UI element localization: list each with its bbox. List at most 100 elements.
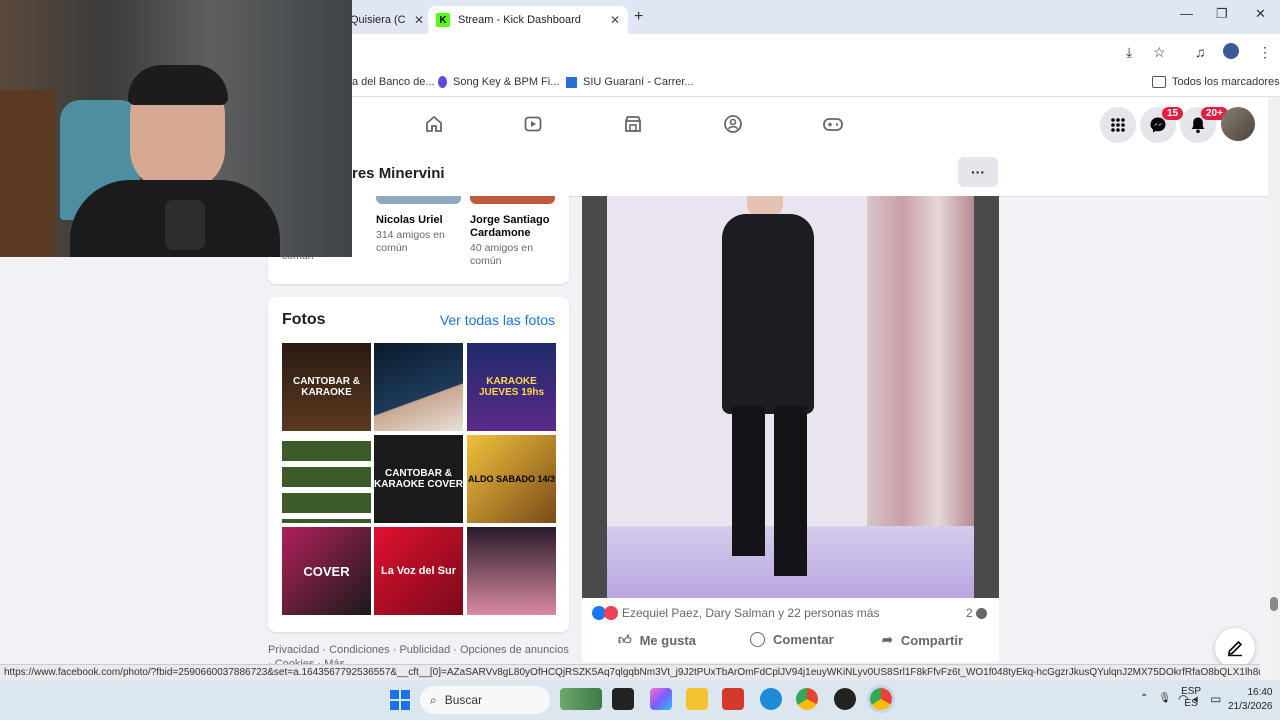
media-control-icon[interactable]: ♫ xyxy=(1195,44,1206,60)
photo-tile[interactable]: KARAOKE JUEVES 19hs xyxy=(467,343,556,431)
tab-kick-dashboard[interactable]: K Stream - Kick Dashboard ✕ xyxy=(428,6,628,34)
person-leg-left xyxy=(732,406,765,556)
photo-tile[interactable]: COVER xyxy=(282,527,371,615)
friend-name[interactable]: Jorge Santiago Cardamone xyxy=(470,214,562,240)
tab-title: Quisiera (C xyxy=(350,14,406,26)
marketplace-icon[interactable] xyxy=(619,110,647,138)
copilot-icon[interactable] xyxy=(650,688,672,710)
photo-tile[interactable]: CANTOBAR & KARAOKE COVER xyxy=(374,435,463,523)
tab-quisiera[interactable]: Quisiera (C ✕ xyxy=(350,6,424,34)
taskbar-search[interactable]: ⌕ Buscar xyxy=(420,686,550,714)
post-footer: Ezequiel Paez, Dary Salman y 22 personas… xyxy=(582,598,999,662)
page-scrollbar[interactable] xyxy=(1268,97,1280,680)
friend-item[interactable]: Nicolas Uriel 314 amigos en común xyxy=(376,214,468,255)
all-bookmarks[interactable]: Todos los marcadores xyxy=(1152,76,1280,88)
photo-border-right xyxy=(974,196,999,598)
photo-tile[interactable]: ALDO SABADO 14/3 xyxy=(467,435,556,523)
photo-tile[interactable]: La Voz del Sur xyxy=(374,527,463,615)
clock-date: 21/3/2026 xyxy=(1228,701,1273,712)
snipping-tool-icon[interactable] xyxy=(722,688,744,710)
photo-tile[interactable] xyxy=(282,435,371,523)
edge-icon[interactable] xyxy=(760,688,782,710)
widgets-icon[interactable] xyxy=(560,688,602,710)
share-icon: ➦ xyxy=(882,632,893,647)
comment-bubble-icon xyxy=(976,608,987,620)
bookmark-songkey[interactable]: Song Key & BPM Fi... xyxy=(438,76,559,88)
microphone-icon[interactable]: 🎙︎ xyxy=(1158,693,1171,704)
status-url: https://www.facebook.com/photo/?fbid=259… xyxy=(0,664,1260,680)
see-all-photos-link[interactable]: Ver todas las fotos xyxy=(440,312,555,328)
scrollbar-thumb[interactable] xyxy=(1270,597,1278,611)
photos-card: Fotos Ver todas las fotos CANTOBAR & KAR… xyxy=(268,297,569,632)
photos-title: Fotos xyxy=(282,311,326,328)
cabinet xyxy=(0,90,55,257)
close-window-button[interactable]: ✕ xyxy=(1255,6,1266,22)
footer-line[interactable]: Privacidad · Condiciones · Publicidad · … xyxy=(268,643,578,657)
minimize-button[interactable]: — xyxy=(1180,6,1193,21)
clock-time: 16:40 xyxy=(1247,687,1273,698)
volume-icon[interactable]: 🔈︎ xyxy=(1194,692,1201,707)
love-reaction-icon xyxy=(604,606,618,620)
comment-button[interactable]: Comentar xyxy=(750,632,834,647)
app-icon[interactable] xyxy=(834,688,856,710)
groups-icon[interactable] xyxy=(719,110,747,138)
bookmark-siu[interactable]: SIU Guaraní - Carrer... xyxy=(566,76,694,88)
bookmark-banco[interactable]: a del Banco de... xyxy=(352,76,435,88)
maximize-button[interactable]: ❐ xyxy=(1216,6,1228,22)
gaming-icon[interactable] xyxy=(819,110,847,138)
video-icon[interactable] xyxy=(519,110,547,138)
bookmark-label: SIU Guaraní - Carrer... xyxy=(583,76,694,88)
share-button[interactable]: ➦ Compartir xyxy=(882,632,963,648)
friend-name[interactable]: Nicolas Uriel xyxy=(376,214,468,227)
chevron-up-icon[interactable]: ⌃ xyxy=(1140,693,1148,704)
all-bookmarks-label: Todos los marcadores xyxy=(1172,76,1280,88)
battery-icon[interactable]: ▭ xyxy=(1210,692,1221,706)
taskbar: ⌕ Buscar ⌃ 🎙︎ ESP ES ◠ 🔈︎ ▭ 16:40 21/3/20… xyxy=(0,680,1280,720)
friend-item[interactable]: Jorge Santiago Cardamone 40 amigos en co… xyxy=(470,214,562,268)
home-icon[interactable] xyxy=(420,110,448,138)
thumbs-up-icon: 👍︎ xyxy=(618,632,632,647)
more-options-button[interactable]: ··· xyxy=(958,157,998,187)
new-tab-button[interactable]: + xyxy=(634,8,643,26)
comment-label: Comentar xyxy=(773,632,834,647)
chrome-active-icon[interactable] xyxy=(870,688,892,710)
like-label: Me gusta xyxy=(639,632,696,648)
post-photo[interactable] xyxy=(582,196,999,598)
search-placeholder: Buscar xyxy=(444,693,483,707)
bookmark-label: Song Key & BPM Fi... xyxy=(453,76,560,88)
bookmark-label: a del Banco de... xyxy=(352,76,435,88)
comments-count[interactable]: 2 xyxy=(966,606,987,620)
account-avatar[interactable] xyxy=(1221,107,1255,141)
close-tab-icon[interactable]: ✕ xyxy=(414,13,424,27)
kick-favicon-icon: K xyxy=(436,13,450,27)
menu-kebab-icon[interactable]: ⋮ xyxy=(1258,44,1272,61)
new-message-button[interactable] xyxy=(1215,628,1255,668)
search-icon: ⌕ xyxy=(430,692,437,707)
siu-icon xyxy=(566,76,577,88)
reactions-summary[interactable]: Ezequiel Paez, Dary Salman y 22 personas… xyxy=(592,606,879,620)
photo-tile[interactable] xyxy=(467,527,556,615)
compose-icon xyxy=(1228,640,1243,657)
file-explorer-icon[interactable] xyxy=(686,688,708,710)
share-label: Compartir xyxy=(900,632,964,648)
friend-mutual: 314 amigos en común xyxy=(376,229,445,254)
like-button[interactable]: 👍︎ Me gusta xyxy=(618,632,696,648)
close-tab-icon[interactable]: ✕ xyxy=(610,13,620,27)
system-tray: ⌃ 🎙︎ ESP ES xyxy=(1140,686,1201,710)
clock[interactable]: 16:40 21/3/2026 xyxy=(1228,686,1273,714)
chrome-icon[interactable] xyxy=(796,688,818,710)
friend-thumb xyxy=(376,196,461,204)
wifi-icon[interactable]: ◠ xyxy=(1178,692,1188,706)
install-app-icon[interactable]: ⤓ xyxy=(1126,44,1132,61)
profile-avatar-icon[interactable] xyxy=(1223,43,1239,59)
menu-grid-icon[interactable] xyxy=(1100,107,1136,143)
comments-number: 2 xyxy=(965,606,973,620)
webcam-overlay xyxy=(0,0,352,257)
bookmark-star-icon[interactable]: ☆ xyxy=(1153,44,1166,61)
photo-tile[interactable]: CANTOBAR & KARAOKE xyxy=(282,343,371,431)
windows-start-icon[interactable] xyxy=(390,690,410,710)
profile-name: res Minervini xyxy=(352,165,445,182)
task-view-icon[interactable] xyxy=(612,688,634,710)
mate-cup xyxy=(165,200,205,250)
photo-tile[interactable] xyxy=(374,343,463,431)
